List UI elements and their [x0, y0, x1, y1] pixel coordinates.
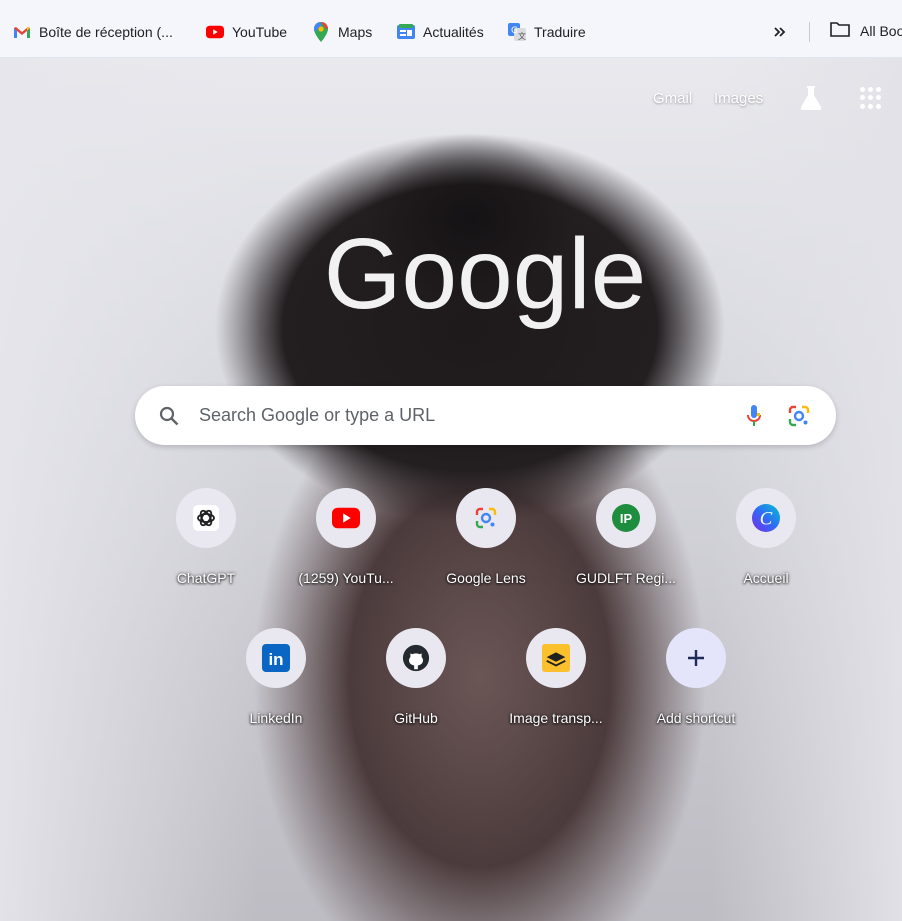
canva-icon: C — [752, 504, 780, 532]
shortcut-icon-circle — [456, 488, 516, 548]
linkedin-badge-text: in — [268, 650, 283, 669]
images-link[interactable]: Images — [714, 90, 763, 107]
shortcut-icon-circle — [176, 488, 236, 548]
shortcut-label: Add shortcut — [656, 710, 736, 726]
shortcut-icon-circle — [666, 628, 726, 688]
google-logo-text: Google — [324, 218, 646, 330]
search-icon — [159, 406, 179, 426]
shortcut-icon-circle — [526, 628, 586, 688]
bookmark-label: YouTube — [232, 24, 288, 40]
shortcut-linkedin[interactable]: in LinkedIn — [220, 628, 332, 744]
shortcut-chatgpt[interactable]: ChatGPT — [150, 488, 262, 604]
plus-icon — [682, 644, 710, 672]
bookmark-news[interactable]: Actualités — [397, 21, 484, 43]
labs-flask-icon[interactable] — [798, 84, 824, 112]
linkedin-icon: in — [262, 644, 290, 672]
youtube-icon — [332, 504, 360, 532]
top-links: Gmail Images — [0, 90, 902, 110]
shortcut-icon-circle: IP — [596, 488, 656, 548]
shortcut-label: (1259) YouTu... — [298, 570, 394, 586]
image-transparency-icon — [542, 644, 570, 672]
shortcut-icon-circle: in — [246, 628, 306, 688]
google-lens-icon — [472, 504, 500, 532]
bookmarks-divider — [809, 22, 810, 42]
github-icon — [402, 644, 430, 672]
bookmark-youtube[interactable]: YouTube — [206, 21, 287, 43]
canva-badge-text: C — [760, 509, 773, 530]
shortcut-label: LinkedIn — [249, 710, 303, 726]
bookmarks-bar: Boîte de réception (... YouTube Maps Act… — [0, 0, 902, 58]
svg-text:G: G — [511, 26, 518, 36]
shortcut-label: Google Lens — [446, 570, 526, 586]
bookmark-label: Maps — [338, 24, 373, 40]
gmail-link[interactable]: Gmail — [653, 90, 692, 107]
bookmark-translate[interactable]: G文 Traduire — [508, 21, 586, 43]
shortcut-label: GUDLFT Regi... — [575, 570, 677, 586]
shortcut-label: ChatGPT — [176, 570, 236, 586]
maps-icon — [312, 22, 330, 42]
all-bookmarks-button[interactable]: All Boo — [830, 21, 902, 40]
shortcut-icon-circle — [386, 628, 446, 688]
shortcut-github[interactable]: GitHub — [360, 628, 472, 744]
youtube-icon — [206, 23, 224, 41]
shortcut-google-lens[interactable]: Google Lens — [430, 488, 542, 604]
gmail-icon — [13, 23, 31, 41]
shortcut-label: GitHub — [394, 710, 438, 726]
shortcut-label: Image transp... — [509, 710, 603, 726]
shortcut-accueil[interactable]: C Accueil — [710, 488, 822, 604]
google-lens-icon[interactable] — [787, 404, 811, 428]
shortcut-icon-circle — [316, 488, 376, 548]
chatgpt-icon — [192, 504, 220, 532]
shortcut-image-transparency[interactable]: Image transp... — [500, 628, 612, 744]
bookmark-gmail[interactable]: Boîte de réception (... — [13, 21, 173, 43]
ip-icon: IP — [612, 504, 640, 532]
bookmark-label: Boîte de réception (... — [39, 24, 173, 40]
folder-icon — [830, 21, 850, 40]
microphone-icon[interactable] — [744, 403, 764, 429]
search-input[interactable] — [199, 386, 719, 445]
search-box[interactable] — [135, 386, 836, 445]
ip-badge-text: IP — [620, 511, 633, 526]
bookmark-maps[interactable]: Maps — [312, 21, 372, 43]
add-shortcut-button[interactable]: Add shortcut — [640, 628, 752, 744]
bookmark-label: Traduire — [534, 24, 586, 40]
all-bookmarks-label: All Boo — [860, 22, 902, 39]
news-icon — [397, 23, 415, 41]
more-bookmarks-chevron-icon[interactable] — [770, 22, 790, 42]
shortcut-icon-circle: C — [736, 488, 796, 548]
shortcut-gudlft[interactable]: IP GUDLFT Regi... — [570, 488, 682, 604]
shortcut-youtube[interactable]: (1259) YouTu... — [290, 488, 402, 604]
translate-icon: G文 — [508, 23, 526, 41]
bookmark-label: Actualités — [423, 24, 484, 40]
google-apps-grid-icon[interactable] — [860, 87, 882, 109]
svg-text:文: 文 — [518, 31, 526, 41]
google-logo: Google — [324, 218, 646, 330]
shortcut-label: Accueil — [743, 570, 789, 586]
